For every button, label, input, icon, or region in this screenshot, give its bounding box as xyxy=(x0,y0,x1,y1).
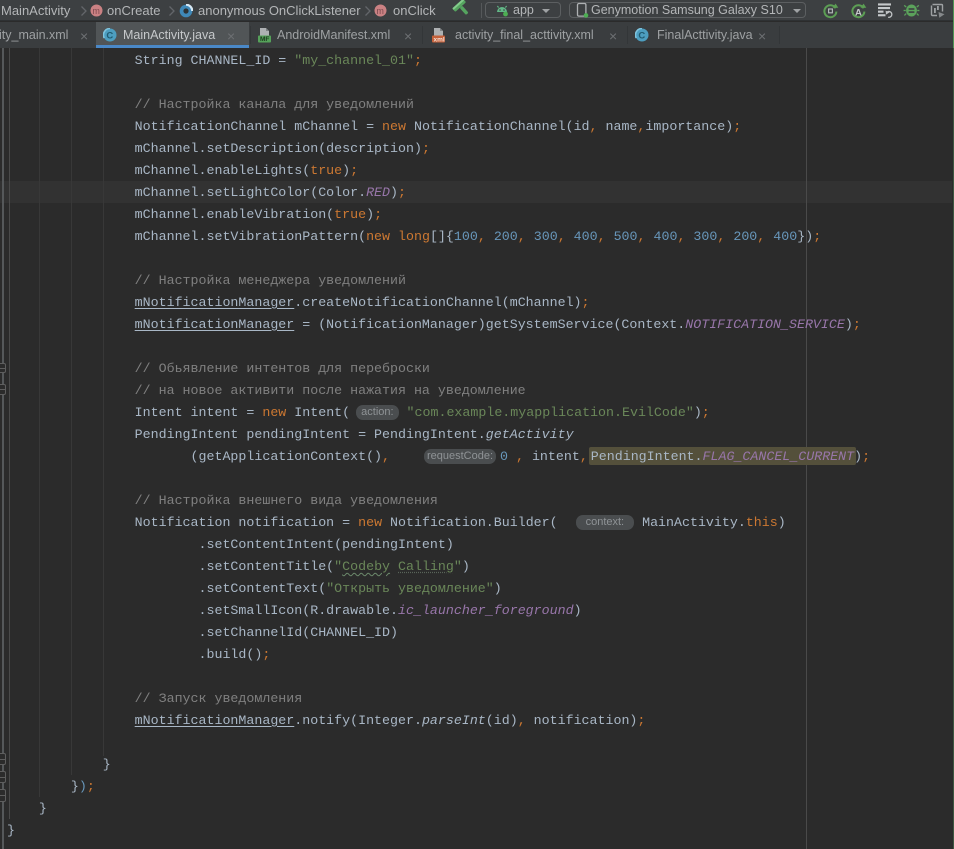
svg-text:m: m xyxy=(92,6,100,16)
svg-text:C: C xyxy=(106,31,113,42)
svg-text:m: m xyxy=(376,6,384,16)
svg-text:MF: MF xyxy=(260,36,269,43)
svg-text:xml: xml xyxy=(434,36,445,43)
svg-text:C: C xyxy=(638,31,645,42)
svg-text:A: A xyxy=(855,8,862,19)
